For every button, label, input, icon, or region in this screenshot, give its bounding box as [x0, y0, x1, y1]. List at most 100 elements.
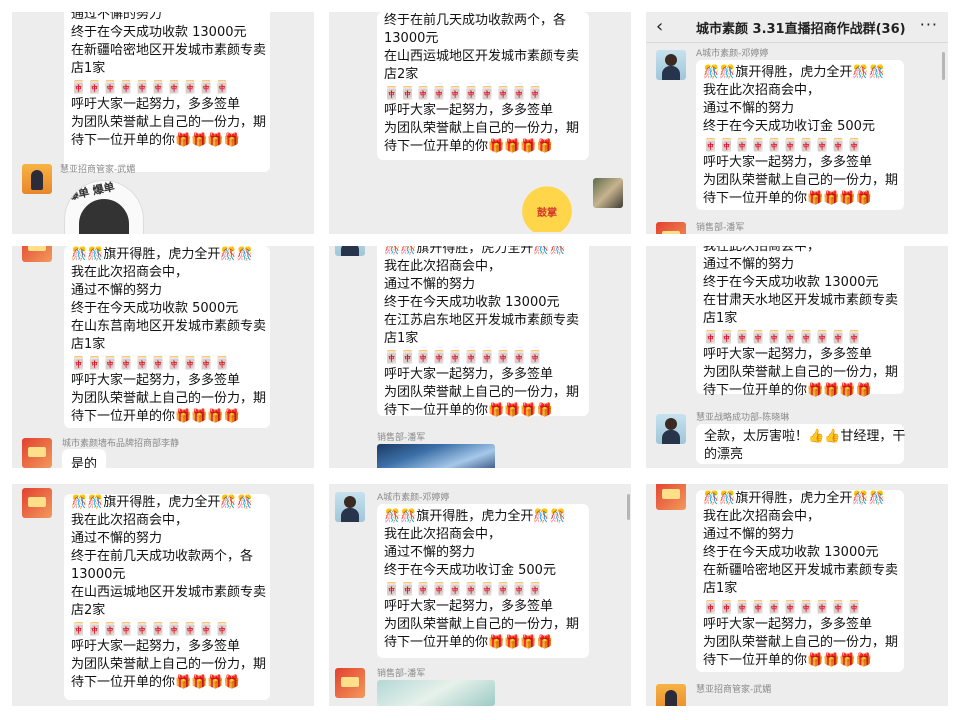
message-bubble: 🎊🎊旗开得胜，虎力全开🎊🎊 我在此次招商会中， 通过不懈的努力 终于在今天成功收…	[696, 490, 904, 672]
chat-tile-4: 🎊🎊旗开得胜，虎力全开🎊🎊 我在此次招商会中， 通过不懈的努力 终于在今天成功收…	[12, 246, 314, 468]
message-line: 待下一位开单的你🎁🎁🎁🎁	[703, 383, 872, 398]
avatar[interactable]	[656, 414, 686, 444]
clap-sticker[interactable]: 鼓掌	[515, 180, 579, 232]
avatar[interactable]	[335, 668, 365, 698]
message-line: 待下一位开单的你🎁🎁🎁🎁	[703, 191, 872, 206]
message-line: 在山西运城地区开发城市素颜专卖	[71, 585, 267, 600]
message-line: 为团队荣誉献上自己的一份力，期	[384, 617, 580, 632]
message-line: 我在此次招商会中，	[71, 513, 189, 528]
message-line: 店2家	[71, 603, 106, 618]
message-line: 店2家	[384, 67, 419, 82]
message-line: 为团队荣誉献上自己的一份力，期	[384, 121, 580, 136]
sender-name: 城市素颜墙布品牌招商部李静	[62, 439, 180, 449]
scrollbar[interactable]	[627, 494, 630, 520]
message-line: 🎊🎊旗开得胜，虎力全开🎊🎊	[71, 495, 253, 510]
message-line: 全款，太厉害啦！👍👍甘经理，干	[704, 429, 906, 444]
message-line: 🀄🀄🀄🀄🀄🀄🀄🀄🀄🀄	[703, 138, 863, 152]
message-line: 🀄🀄🀄🀄🀄🀄🀄🀄🀄🀄	[703, 600, 863, 614]
message-line: 呼吁大家一起努力，多多签单	[71, 97, 241, 112]
message-line: 我在此次招商会中，	[384, 527, 502, 542]
message-line: 通过不懈的努力	[703, 257, 795, 272]
message-line: 为团队荣誉献上自己的一份力，期	[384, 385, 580, 400]
avatar[interactable]	[593, 178, 623, 208]
message-bubble: 终于在前几天成功收款两个，各 13000元 在山西运城地区开发城市素颜专卖 店2…	[377, 12, 589, 160]
message-line: 呼吁大家一起努力，多多签单	[384, 599, 554, 614]
message-line: 待下一位开单的你🎁🎁🎁🎁	[384, 635, 553, 650]
clap-label: 鼓掌	[537, 208, 557, 219]
avatar[interactable]	[656, 484, 686, 510]
message-line: 🀄🀄🀄🀄🀄🀄🀄🀄🀄🀄	[71, 356, 231, 370]
message-line: 店1家	[71, 61, 106, 76]
sender-name: 慧亚招商管家-武媚	[60, 165, 136, 175]
message-line: 通过不懈的努力	[71, 12, 163, 22]
avatar[interactable]	[656, 222, 686, 234]
message-bubble: 🎊🎊旗开得胜，虎力全开🎊🎊 我在此次招商会中， 通过不懈的努力 终于在今天成功收…	[64, 246, 270, 428]
more-dots-icon[interactable]: ···	[920, 15, 938, 34]
message-line: 待下一位开单的你🎁🎁🎁🎁	[71, 133, 240, 148]
message-line: 为团队荣誉献上自己的一份力，期	[71, 115, 267, 130]
avatar[interactable]	[656, 50, 686, 80]
avatar[interactable]	[656, 684, 686, 706]
avatar[interactable]	[22, 488, 52, 518]
message-line: 通过不懈的努力	[703, 101, 795, 116]
message-bubble: 🎊🎊旗开得胜，虎力全开🎊🎊 我在此次招商会中， 通过不懈的努力 终于在今天成功收…	[377, 246, 589, 418]
message-line: 🎊🎊旗开得胜，虎力全开🎊🎊	[384, 246, 566, 256]
sender-name: 销售部-潘军	[377, 433, 426, 443]
message-line: 终于在今天成功收款 13000元	[384, 295, 560, 310]
message-line: 在江苏启东地区开发城市素颜专卖	[384, 313, 580, 328]
scrollbar[interactable]	[942, 52, 945, 80]
message-line: 通过不懈的努力	[71, 283, 163, 298]
sender-name: A城市素颜-邓婷婷	[696, 49, 769, 59]
message-line: 🀄🀄🀄🀄🀄🀄🀄🀄🀄🀄	[384, 582, 544, 596]
message-line: 为团队荣誉献上自己的一份力，期	[703, 635, 899, 650]
message-line: 为团队荣誉献上自己的一份力，期	[71, 657, 267, 672]
message-line: 为团队荣誉献上自己的一份力，期	[703, 365, 899, 380]
message-line: 🀄🀄🀄🀄🀄🀄🀄🀄🀄🀄	[384, 350, 544, 364]
message-line: 终于在前几天成功收款两个，各	[384, 13, 567, 28]
message-line: 终于在前几天成功收款两个，各	[71, 549, 254, 564]
message-line: 终于在今天成功收订金 500元	[384, 563, 556, 578]
sticker-image[interactable]: 爆单 爆单	[64, 180, 144, 234]
message-line: 呼吁大家一起努力，多多签单	[384, 367, 554, 382]
chevron-left-icon[interactable]: ‹	[656, 16, 663, 37]
message-line: 在新疆哈密地区开发城市素颜专卖	[703, 563, 899, 578]
message-line: 为团队荣誉献上自己的一份力，期	[71, 391, 267, 406]
chat-tile-7: 🎊🎊旗开得胜，虎力全开🎊🎊 我在此次招商会中， 通过不懈的努力 终于在前几天成功…	[12, 484, 314, 706]
chat-tile-1: 通过不懈的努力 终于在今天成功收款 13000元 在新疆哈密地区开发城市素颜专卖…	[12, 12, 314, 234]
chat-tile-6: 我在此次招商会中， 通过不懈的努力 终于在今天成功收款 13000元 在甘肃天水…	[646, 246, 948, 468]
avatar[interactable]	[22, 438, 52, 468]
message-bubble: 🎊🎊旗开得胜，虎力全开🎊🎊 我在此次招商会中， 通过不懈的努力 终于在今天成功收…	[696, 60, 904, 210]
message-line: 在山西运城地区开发城市素颜专卖	[384, 49, 580, 64]
sender-name: A城市素颜-邓婷婷	[377, 493, 450, 503]
avatar[interactable]	[22, 246, 52, 262]
message-line: 待下一位开单的你🎁🎁🎁🎁	[384, 139, 553, 154]
message-bubble: 🎊🎊旗开得胜，虎力全开🎊🎊 我在此次招商会中， 通过不懈的努力 终于在前几天成功…	[64, 494, 270, 700]
avatar[interactable]	[22, 164, 52, 194]
message-line: 通过不懈的努力	[71, 531, 163, 546]
message-line: 待下一位开单的你🎁🎁🎁🎁	[71, 409, 240, 424]
message-line: 终于在今天成功收款 5000元	[71, 301, 239, 316]
message-bubble: 我在此次招商会中， 通过不懈的努力 终于在今天成功收款 13000元 在甘肃天水…	[696, 246, 904, 398]
message-line: 为团队荣誉献上自己的一份力，期	[703, 173, 899, 188]
avatar[interactable]	[335, 492, 365, 522]
avatar[interactable]	[335, 246, 365, 256]
image-message[interactable]	[377, 444, 495, 468]
message-line: 终于在今天成功收款 13000元	[703, 275, 879, 290]
message-line: 我在此次招商会中，	[384, 259, 502, 274]
reply-bubble: 是的	[62, 449, 107, 468]
chat-tile-9: 🎊🎊旗开得胜，虎力全开🎊🎊 我在此次招商会中， 通过不懈的努力 终于在今天成功收…	[646, 484, 948, 706]
message-line: 终于在今天成功收订金 500元	[703, 119, 875, 134]
message-line: 呼吁大家一起努力，多多签单	[71, 373, 241, 388]
message-line: 呼吁大家一起努力，多多签单	[703, 347, 873, 362]
message-line: 🀄🀄🀄🀄🀄🀄🀄🀄🀄🀄	[703, 330, 863, 344]
message-line: 待下一位开单的你🎁🎁🎁🎁	[703, 653, 872, 668]
image-message[interactable]	[377, 680, 495, 706]
message-line: 🎊🎊旗开得胜，虎力全开🎊🎊	[703, 491, 885, 506]
message-line: 在甘肃天水地区开发城市素颜专卖	[703, 293, 899, 308]
message-line: 店1家	[71, 337, 106, 352]
message-line: 通过不懈的努力	[703, 527, 795, 542]
sender-name: 慧亚招商管家-武媚	[696, 685, 772, 695]
chat-title: 城市素颜 3.31直播招商作战群(36)	[696, 22, 906, 37]
chat-tile-2: 终于在前几天成功收款两个，各 13000元 在山西运城地区开发城市素颜专卖 店2…	[329, 12, 631, 234]
message-line: 呼吁大家一起努力，多多签单	[703, 155, 873, 170]
